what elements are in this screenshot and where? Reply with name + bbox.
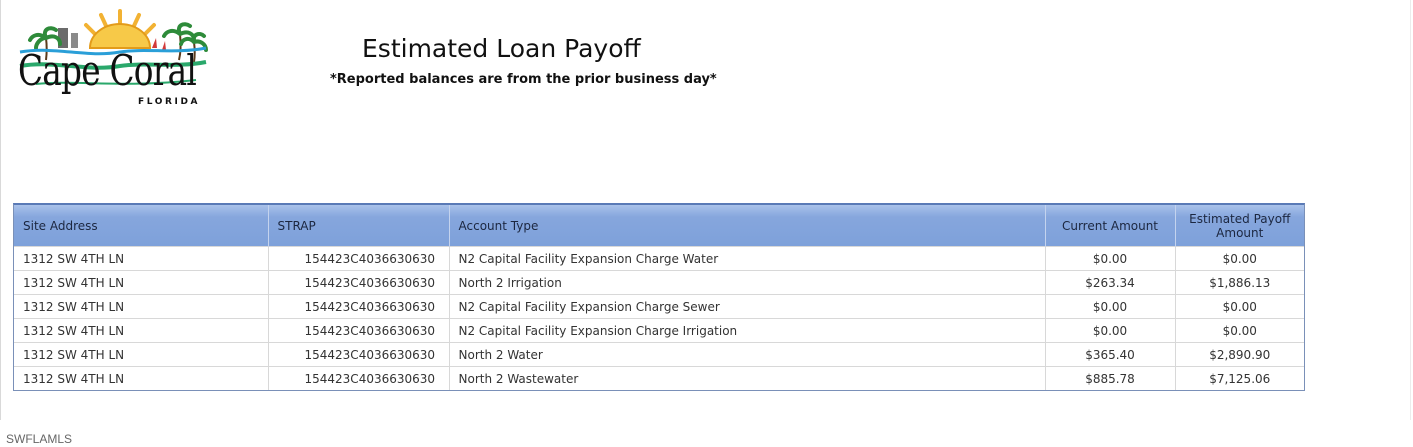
cell-site-address: 1312 SW 4TH LN bbox=[14, 294, 268, 319]
cape-coral-logo: Cape Coral FLORIDA bbox=[16, 8, 210, 107]
column-header-account-type: Account Type bbox=[448, 205, 1045, 247]
cell-site-address: 1312 SW 4TH LN bbox=[14, 342, 268, 367]
table-row: 1312 SW 4TH LN 154423C4036630630 North 2… bbox=[14, 270, 1304, 295]
cell-account-type: N2 Capital Facility Expansion Charge Irr… bbox=[448, 318, 1045, 343]
cell-account-type: North 2 Irrigation bbox=[448, 270, 1045, 295]
cell-strap: 154423C4036630630 bbox=[267, 366, 449, 390]
page-frame-right bbox=[1410, 0, 1411, 420]
table-row: 1312 SW 4TH LN 154423C4036630630 N2 Capi… bbox=[14, 246, 1304, 271]
cell-current-amount: $0.00 bbox=[1044, 294, 1175, 319]
cell-current-amount: $263.34 bbox=[1044, 270, 1175, 295]
cell-strap: 154423C4036630630 bbox=[267, 270, 449, 295]
cell-current-amount: $0.00 bbox=[1044, 318, 1175, 343]
cell-site-address: 1312 SW 4TH LN bbox=[14, 270, 268, 295]
cell-site-address: 1312 SW 4TH LN bbox=[14, 318, 268, 343]
table-row: 1312 SW 4TH LN 154423C4036630630 N2 Capi… bbox=[14, 294, 1304, 319]
cell-account-type: North 2 Wastewater bbox=[448, 366, 1045, 390]
column-header-estimated-payoff: Estimated Payoff Amount bbox=[1174, 205, 1304, 247]
cell-strap: 154423C4036630630 bbox=[267, 342, 449, 367]
cell-current-amount: $0.00 bbox=[1044, 246, 1175, 271]
mls-watermark: SWFLAMLS bbox=[6, 432, 73, 446]
page-frame-left bbox=[0, 0, 1, 420]
column-header-site-address: Site Address bbox=[14, 205, 268, 247]
cell-account-type: N2 Capital Facility Expansion Charge Sew… bbox=[448, 294, 1045, 319]
table-row: 1312 SW 4TH LN 154423C4036630630 N2 Capi… bbox=[14, 318, 1304, 343]
cell-site-address: 1312 SW 4TH LN bbox=[14, 366, 268, 390]
page-subtitle: *Reported balances are from the prior bu… bbox=[330, 72, 717, 87]
column-header-current-amount: Current Amount bbox=[1044, 205, 1175, 247]
cell-estimated-payoff: $2,890.90 bbox=[1174, 342, 1304, 367]
cell-current-amount: $365.40 bbox=[1044, 342, 1175, 367]
loan-payoff-table: Site Address STRAP Account Type Current … bbox=[13, 203, 1305, 391]
table-row: 1312 SW 4TH LN 154423C4036630630 North 2… bbox=[14, 366, 1304, 390]
cell-site-address: 1312 SW 4TH LN bbox=[14, 246, 268, 271]
cell-estimated-payoff: $1,886.13 bbox=[1174, 270, 1304, 295]
column-header-strap: STRAP bbox=[267, 205, 449, 247]
cell-strap: 154423C4036630630 bbox=[267, 246, 449, 271]
logo-wordmark: Cape Coral bbox=[18, 46, 197, 95]
table-row: 1312 SW 4TH LN 154423C4036630630 North 2… bbox=[14, 342, 1304, 367]
cell-estimated-payoff: $7,125.06 bbox=[1174, 366, 1304, 390]
cell-strap: 154423C4036630630 bbox=[267, 294, 449, 319]
cell-account-type: North 2 Water bbox=[448, 342, 1045, 367]
cell-account-type: N2 Capital Facility Expansion Charge Wat… bbox=[448, 246, 1045, 271]
logo-state: FLORIDA bbox=[138, 97, 201, 107]
cell-estimated-payoff: $0.00 bbox=[1174, 294, 1304, 319]
table-header-row: Site Address STRAP Account Type Current … bbox=[14, 205, 1304, 247]
cell-estimated-payoff: $0.00 bbox=[1174, 246, 1304, 271]
page-title: Estimated Loan Payoff bbox=[362, 34, 641, 63]
cell-strap: 154423C4036630630 bbox=[267, 318, 449, 343]
cell-current-amount: $885.78 bbox=[1044, 366, 1175, 390]
cell-estimated-payoff: $0.00 bbox=[1174, 318, 1304, 343]
